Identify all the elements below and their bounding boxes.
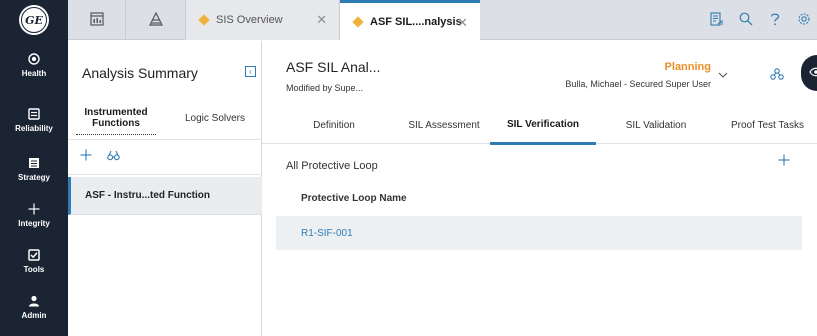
plus-icon xyxy=(27,202,41,216)
section-tab-label: Proof Test Tasks xyxy=(731,119,804,131)
tab-sis-overview[interactable]: SIS Overview ✕ xyxy=(186,0,340,40)
target-icon xyxy=(27,52,41,66)
search-icon[interactable] xyxy=(739,12,753,29)
diamond-icon xyxy=(352,16,364,28)
tab-sil-verification[interactable]: SIL Verification xyxy=(490,106,596,145)
summary-list-item[interactable]: ASF - Instru...ted Function xyxy=(68,177,262,215)
collapse-pane-button[interactable]: ‹ xyxy=(245,66,256,77)
nav-item-strategy[interactable]: Strategy xyxy=(0,148,68,190)
eye-icon xyxy=(809,67,817,80)
help-icon[interactable] xyxy=(769,12,781,29)
dashboard-icon xyxy=(89,11,104,29)
left-navigation: GE Health Reliability Strategy Integrity… xyxy=(0,0,68,336)
section-tabs: Definition SIL Assessment SIL Verificati… xyxy=(262,106,817,145)
add-icon[interactable] xyxy=(80,149,92,164)
tab-asf-sil-analysis[interactable]: ASF SIL....nalysis ✕ xyxy=(340,0,480,41)
top-right-toolbar xyxy=(709,0,811,40)
nav-item-label: Admin xyxy=(21,311,47,320)
summary-title: Analysis Summary xyxy=(82,65,198,81)
subtab-label: Instrumented Functions xyxy=(84,106,148,129)
tab-sil-validation[interactable]: SIL Validation xyxy=(606,106,706,144)
tab-sil-assessment[interactable]: SIL Assessment xyxy=(394,106,494,144)
nav-item-label: Reliability xyxy=(15,124,53,133)
chevron-left-icon: ‹ xyxy=(249,66,252,76)
doc-icon xyxy=(27,107,41,121)
state-label[interactable]: Planning xyxy=(665,61,711,73)
ge-logo: GE xyxy=(19,5,49,35)
close-icon[interactable]: ✕ xyxy=(316,12,327,28)
protective-loop-panel: All Protective Loop Protective Loop Name… xyxy=(276,153,802,253)
binoculars-icon[interactable] xyxy=(107,150,120,164)
summary-toolbar xyxy=(68,139,262,175)
nav-item-label: Tools xyxy=(23,265,45,274)
nav-item-label: Health xyxy=(21,69,47,78)
nav-item-reliability[interactable]: Reliability xyxy=(0,99,68,141)
notes-icon[interactable] xyxy=(709,11,723,29)
nav-item-tools[interactable]: Tools xyxy=(0,240,68,282)
pyramid-button[interactable] xyxy=(126,0,186,40)
summary-item-label: ASF - Instru...ted Function xyxy=(85,190,210,201)
nav-item-admin[interactable]: Admin xyxy=(0,286,68,328)
panel-title: All Protective Loop xyxy=(286,160,378,172)
subtab-label: Logic Solvers xyxy=(184,112,246,124)
logo-text: GE xyxy=(21,7,47,33)
tab-definition[interactable]: Definition xyxy=(284,106,384,144)
nav-item-label: Strategy xyxy=(17,173,50,182)
hierarchy-icon[interactable] xyxy=(770,68,784,83)
section-tab-label: SIL Assessment xyxy=(408,119,480,131)
column-header: Protective Loop Name xyxy=(301,193,407,204)
close-icon[interactable]: ✕ xyxy=(457,15,468,31)
tab-label: ASF SIL....nalysis xyxy=(370,16,462,28)
section-tab-label: SIL Validation xyxy=(625,119,687,131)
gear-icon[interactable] xyxy=(797,12,811,29)
add-icon[interactable] xyxy=(778,153,790,171)
main-content: ASF SIL Anal... Modified by Supe... Plan… xyxy=(262,41,817,336)
record-header: ASF SIL Anal... Modified by Supe... Plan… xyxy=(262,41,817,101)
dashboard-button[interactable] xyxy=(68,0,126,40)
diamond-icon xyxy=(198,14,210,26)
tab-label: SIS Overview xyxy=(216,14,283,26)
section-tab-label: Definition xyxy=(313,119,355,131)
protective-loop-link[interactable]: R1-SIF-001 xyxy=(301,228,353,239)
analysis-summary-pane: Analysis Summary ‹ Instrumented Function… xyxy=(68,41,262,336)
subtab-logic-solvers[interactable]: Logic Solvers xyxy=(176,101,254,135)
nav-item-label: Integrity xyxy=(18,219,50,228)
checkbox-icon xyxy=(27,248,41,262)
state-user: Bulla, Michael - Secured Super User xyxy=(565,79,711,89)
record-title: ASF SIL Anal... xyxy=(286,59,381,75)
list-icon xyxy=(27,156,41,170)
preview-button[interactable] xyxy=(801,55,817,91)
record-subtitle: Modified by Supe... xyxy=(286,83,364,93)
user-icon xyxy=(27,294,41,308)
table-row[interactable]: R1-SIF-001 xyxy=(276,216,802,250)
summary-subtabs: Instrumented Functions Logic Solvers xyxy=(68,101,262,135)
pyramid-icon xyxy=(148,11,163,29)
logo-container[interactable]: GE xyxy=(0,0,68,40)
section-tab-label: SIL Verification xyxy=(506,118,580,130)
nav-item-health[interactable]: Health xyxy=(0,44,68,86)
top-tab-bar: SIS Overview ✕ ASF SIL....nalysis ✕ xyxy=(68,0,817,41)
chevron-down-icon[interactable] xyxy=(718,69,728,81)
tab-proof-test-tasks[interactable]: Proof Test Tasks xyxy=(718,106,817,144)
subtab-instrumented-functions[interactable]: Instrumented Functions xyxy=(76,101,156,135)
nav-item-integrity[interactable]: Integrity xyxy=(0,194,68,236)
